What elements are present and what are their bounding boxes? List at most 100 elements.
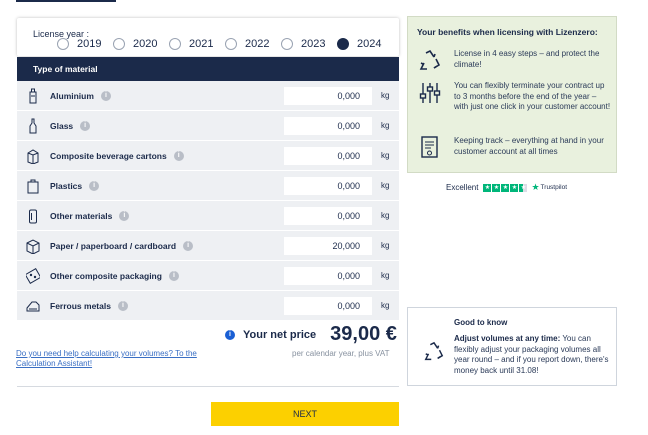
plastic-bag-icon <box>27 179 39 194</box>
benefits-title: Your benefits when licensing with Lizenz… <box>417 27 598 37</box>
net-price-value: 39,00 € <box>330 323 397 345</box>
net-price: i Your net price 39,00 € <box>225 323 397 346</box>
year-radio[interactable] <box>281 38 293 50</box>
info-icon[interactable]: i <box>183 240 194 251</box>
year-label: 2019 <box>77 38 102 50</box>
benefit-item: Keeping track – everything at hand in yo… <box>417 136 612 160</box>
info-icon[interactable]: i <box>100 90 111 101</box>
license-year-card: License year : 2019 2020 2021 2022 2023 … <box>17 18 399 56</box>
document-icon <box>421 136 438 158</box>
good-to-know-text: Adjust volumes at any time: You can flex… <box>454 334 609 375</box>
spray-can-icon <box>29 88 37 104</box>
unit-label: kg <box>381 91 390 100</box>
star-icon: ★ <box>483 183 492 192</box>
material-label: Paper / paperboard / cardboard i <box>50 240 194 251</box>
material-row-aluminium: Aluminiumi kg <box>17 81 399 111</box>
material-quantity-input[interactable] <box>284 237 372 255</box>
material-table: Type of material Aluminiumi kg Glassi kg… <box>17 57 399 321</box>
top-accent-line <box>16 0 116 2</box>
material-row-paper: Paper / paperboard / cardboardi kg <box>17 231 399 261</box>
material-row-plastics: Plasticsi kg <box>17 171 399 201</box>
material-row-other-materials: Other materialsi kg <box>17 201 399 231</box>
year-label: 2022 <box>245 38 270 50</box>
info-icon[interactable]: i <box>173 150 184 161</box>
benefit-item: You can flexibly terminate your contract… <box>417 81 612 113</box>
half-star-icon: ★ <box>519 183 528 192</box>
calculation-assistant-link[interactable]: Do you need help calculating your volume… <box>16 349 216 369</box>
net-price-label: Your net price <box>243 328 317 341</box>
benefit-text: Keeping track – everything at hand in yo… <box>454 136 604 156</box>
year-option-2021[interactable]: 2021 <box>169 38 225 50</box>
star-icon: ★ <box>510 183 519 192</box>
material-quantity-input[interactable] <box>284 147 372 165</box>
year-radio[interactable] <box>57 38 69 50</box>
divider <box>17 386 399 387</box>
material-label: Ferrous metals i <box>50 300 128 311</box>
info-icon[interactable]: i <box>117 300 128 311</box>
material-label: Composite beverage cartons i <box>50 150 184 161</box>
recycle-icon <box>424 341 444 361</box>
tin-can-icon <box>26 301 40 312</box>
unit-label: kg <box>381 271 390 280</box>
material-quantity-input[interactable] <box>284 177 372 195</box>
material-quantity-input[interactable] <box>284 267 372 285</box>
info-icon[interactable]: i <box>80 120 91 131</box>
material-quantity-input[interactable] <box>284 297 372 315</box>
can-icon <box>29 209 37 224</box>
material-quantity-input[interactable] <box>284 87 372 105</box>
trustpilot-brand: Trustpilot <box>540 184 568 191</box>
material-table-header: Type of material <box>17 57 399 81</box>
unit-label: kg <box>381 151 390 160</box>
unit-label: kg <box>381 121 390 130</box>
unit-label: kg <box>381 181 390 190</box>
year-label: 2024 <box>357 38 382 50</box>
price-info-icon[interactable]: i <box>225 329 235 340</box>
year-option-2019[interactable]: 2019 <box>57 38 113 50</box>
recycle-icon <box>419 49 441 70</box>
blister-pack-icon <box>26 268 40 284</box>
license-year-options: 2019 2020 2021 2022 2023 2024 <box>57 38 393 50</box>
year-radio-selected[interactable] <box>337 38 349 50</box>
benefits-panel: Your benefits when licensing with Lizenz… <box>407 16 617 173</box>
material-quantity-input[interactable] <box>284 117 372 135</box>
info-icon[interactable]: i <box>89 180 100 191</box>
material-label: Glass i <box>50 120 91 131</box>
star-icon: ★ <box>492 183 501 192</box>
year-option-2020[interactable]: 2020 <box>113 38 169 50</box>
year-radio[interactable] <box>225 38 237 50</box>
material-label: Plastics i <box>50 180 100 191</box>
year-option-2024[interactable]: 2024 <box>337 38 393 50</box>
year-radio[interactable] <box>169 38 181 50</box>
unit-label: kg <box>381 241 390 250</box>
next-button[interactable]: NEXT <box>211 402 399 426</box>
material-label: Other composite packaging i <box>50 270 179 281</box>
info-icon[interactable]: i <box>168 270 179 281</box>
year-label: 2021 <box>189 38 214 50</box>
carton-icon <box>27 149 39 164</box>
sliders-icon <box>419 83 441 103</box>
bottle-icon <box>29 118 37 134</box>
star-icon: ★ <box>501 183 510 192</box>
good-to-know-panel: Good to know Adjust volumes at any time:… <box>407 307 617 386</box>
unit-label: kg <box>381 211 390 220</box>
year-option-2023[interactable]: 2023 <box>281 38 337 50</box>
trustpilot-logo-icon: ★ <box>531 182 540 192</box>
material-row-ferrous-metals: Ferrous metalsi kg <box>17 291 399 321</box>
benefit-text: License in 4 easy steps – and protect th… <box>454 49 600 69</box>
material-row-glass: Glassi kg <box>17 111 399 141</box>
trustpilot-rating[interactable]: Excellent ★ ★ ★ ★ ★ ★ Trustpilot <box>446 182 567 193</box>
benefit-item: License in 4 easy steps – and protect th… <box>417 49 612 73</box>
material-label: Other materials i <box>50 210 130 221</box>
box-icon <box>26 239 40 254</box>
material-quantity-input[interactable] <box>284 207 372 225</box>
net-price-note: per calendar year, plus VAT <box>292 349 390 358</box>
info-icon[interactable]: i <box>119 210 130 221</box>
trustpilot-stars: ★ ★ ★ ★ ★ <box>483 183 528 192</box>
year-label: 2023 <box>301 38 326 50</box>
year-radio[interactable] <box>113 38 125 50</box>
material-row-other-composite: Other composite packagingi kg <box>17 261 399 291</box>
benefit-text: You can flexibly terminate your contract… <box>454 81 611 111</box>
material-row-composite-cartons: Composite beverage cartonsi kg <box>17 141 399 171</box>
trustpilot-rating-word: Excellent <box>446 183 479 192</box>
year-option-2022[interactable]: 2022 <box>225 38 281 50</box>
